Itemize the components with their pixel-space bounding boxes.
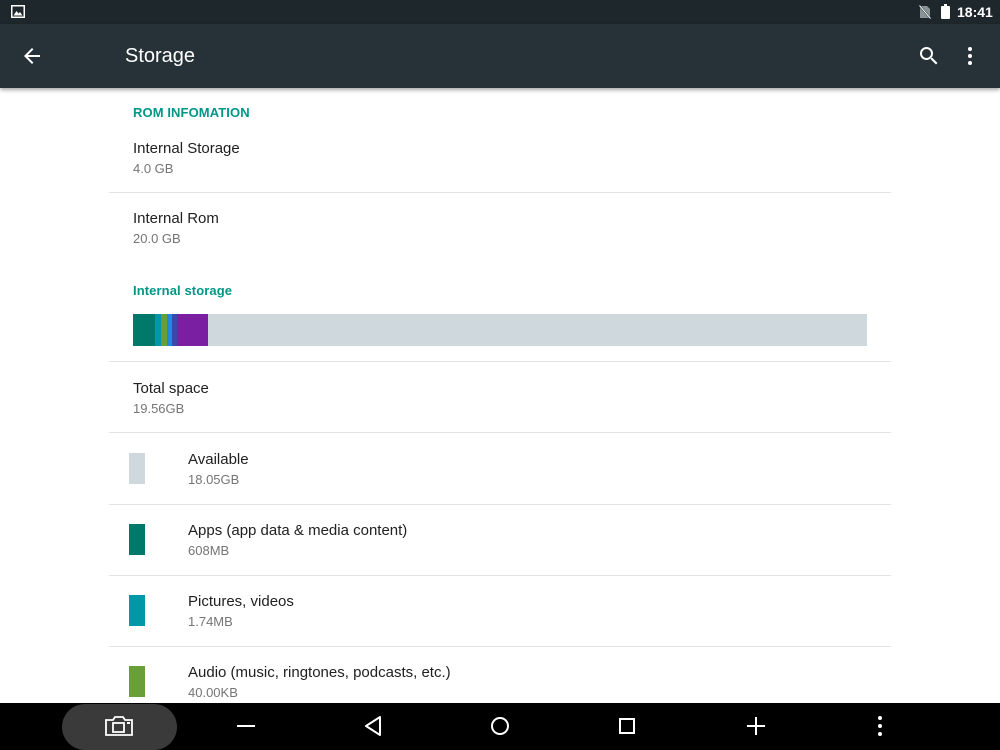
pref-summary: 20.0 GB [133, 231, 181, 246]
pref-internal-rom[interactable]: Internal Rom 20.0 GB [109, 193, 891, 263]
internal-storage-header: Internal storage [133, 283, 233, 298]
pref-total-space[interactable]: Total space 19.56GB [109, 362, 891, 432]
storage-usage-bar [133, 314, 867, 346]
storage-item-apps[interactable]: Apps (app data & media content) 608MB [109, 505, 891, 575]
usage-segment [176, 314, 208, 346]
app-bar: Storage [0, 24, 1000, 88]
storage-item-title: Audio (music, ringtones, podcasts, etc.) [188, 664, 451, 681]
pref-title: Total space [133, 380, 209, 397]
color-swatch [129, 453, 145, 484]
storage-item-pictures-videos[interactable]: Pictures, videos 1.74MB [109, 576, 891, 646]
image-notification-icon [11, 5, 25, 18]
storage-item-title: Available [188, 451, 249, 468]
usage-segment [133, 314, 156, 346]
color-swatch [129, 666, 145, 697]
pref-summary: 4.0 GB [133, 161, 174, 176]
color-swatch [129, 595, 145, 626]
storage-item-title: Apps (app data & media content) [188, 522, 408, 539]
storage-item-size: 40.00KB [188, 685, 238, 700]
storage-item-size: 18.05GB [188, 472, 240, 487]
battery-icon [941, 4, 950, 19]
more-vert-icon[interactable] [958, 44, 982, 68]
back-arrow-icon[interactable] [20, 44, 44, 68]
color-swatch [129, 524, 145, 555]
volume-down-icon[interactable] [234, 714, 258, 738]
storage-item-size: 608MB [188, 543, 230, 558]
pref-title: Internal Storage [133, 140, 240, 157]
storage-item-title: Pictures, videos [188, 593, 294, 610]
storage-item-audio[interactable]: Audio (music, ringtones, podcasts, etc.)… [109, 647, 891, 703]
storage-item-size: 1.74MB [188, 614, 233, 629]
navigation-bar [0, 703, 1000, 750]
recents-square-icon[interactable] [615, 714, 639, 738]
pref-internal-storage[interactable]: Internal Storage 4.0 GB [109, 128, 891, 192]
rom-section-header: ROM INFOMATION [133, 105, 250, 120]
status-clock: 18:41 [957, 4, 993, 20]
search-icon[interactable] [917, 44, 941, 68]
back-triangle-icon[interactable] [362, 714, 386, 738]
volume-up-icon[interactable] [744, 714, 768, 738]
storage-list[interactable]: ROM INFOMATION Internal Storage 4.0 GB I… [0, 88, 1000, 703]
pref-title: Internal Rom [133, 210, 219, 227]
screenshot-icon [105, 716, 133, 736]
pref-summary: 19.56GB [133, 401, 185, 416]
status-bar: 18:41 [0, 0, 1000, 24]
screenshot-button[interactable] [62, 704, 177, 750]
page-title: Storage [125, 45, 196, 67]
no-sim-icon [919, 5, 931, 19]
menu-more-icon[interactable] [868, 714, 892, 738]
home-circle-icon[interactable] [488, 714, 512, 738]
storage-item-available[interactable]: Available 18.05GB [109, 433, 891, 504]
